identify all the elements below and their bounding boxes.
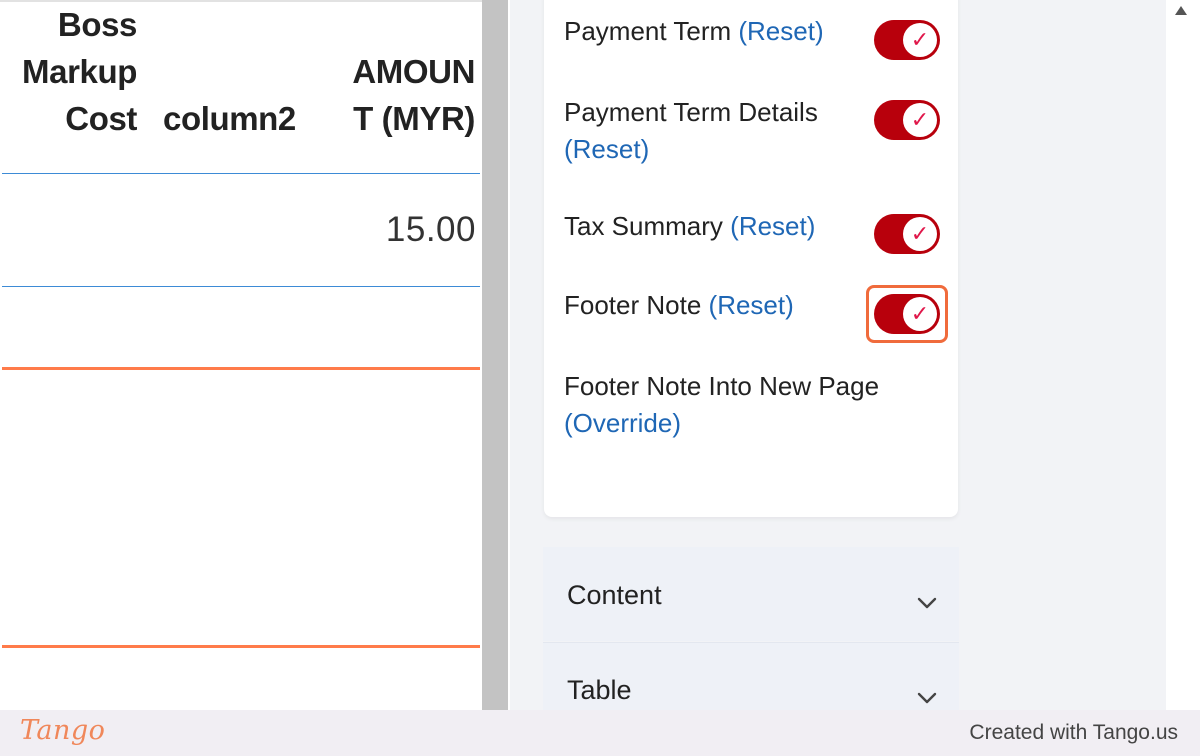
- created-with-text: Created with Tango.us: [969, 721, 1178, 744]
- setting-payment-term: Payment Term (Reset): [564, 13, 864, 50]
- tango-footer: Tango Created with Tango.us: [0, 710, 1200, 756]
- tango-logo: Tango: [20, 715, 106, 746]
- payment-term-details-toggle[interactable]: ✓: [874, 100, 940, 140]
- column-header-line: Markup: [22, 53, 137, 90]
- reset-link[interactable]: (Reset): [738, 16, 823, 46]
- splitter-edge: [508, 0, 510, 710]
- invoice-preview: Boss Markup Cost column2 AMOUN T (MYR) 1…: [0, 0, 482, 710]
- setting-label: Tax Summary: [564, 211, 723, 241]
- accordion-table[interactable]: Table: [543, 642, 959, 710]
- settings-card: Payment Term (Reset) ✓ Payment Term Deta…: [544, 0, 958, 517]
- check-icon: ✓: [903, 297, 937, 331]
- column-header-line: Boss: [57, 6, 138, 43]
- setting-label: Footer Note: [564, 290, 702, 320]
- setting-label: Footer Note Into New Page: [564, 371, 880, 401]
- vertical-scrollbar[interactable]: [1166, 0, 1200, 710]
- column-header-boss-markup-cost: Boss Markup Cost: [0, 2, 138, 142]
- setting-footer-note-new-page: Footer Note Into New Page (Override): [564, 368, 924, 442]
- section-divider-top: [2, 367, 480, 370]
- column-header-line: T (MYR): [353, 100, 475, 137]
- setting-label: Payment Term: [564, 16, 732, 46]
- reset-link[interactable]: (Reset): [709, 290, 794, 320]
- splitter-handle[interactable]: [482, 0, 509, 710]
- tax-summary-toggle[interactable]: ✓: [874, 214, 940, 254]
- setting-label: Payment Term Details: [564, 97, 818, 127]
- check-icon: ✓: [903, 217, 937, 251]
- reset-link[interactable]: (Reset): [730, 211, 815, 241]
- accordion-label: Table: [567, 675, 632, 705]
- column-header-amount: AMOUN T (MYR): [315, 48, 475, 142]
- header-divider: [2, 173, 480, 174]
- check-icon: ✓: [903, 23, 937, 57]
- check-icon: ✓: [903, 103, 937, 137]
- row-divider: [2, 286, 480, 287]
- setting-payment-term-details: Payment Term Details (Reset): [564, 94, 864, 168]
- pane-splitter[interactable]: [482, 0, 510, 710]
- column-header-column2: column2: [163, 100, 296, 137]
- chevron-down-icon: [917, 597, 937, 609]
- chevron-down-icon: [917, 692, 937, 704]
- setting-tax-summary: Tax Summary (Reset): [564, 208, 864, 245]
- override-link[interactable]: (Override): [564, 408, 681, 438]
- section-divider-bottom: [2, 645, 480, 648]
- setting-footer-note: Footer Note (Reset): [564, 287, 864, 324]
- reset-link[interactable]: (Reset): [564, 134, 649, 164]
- scroll-up-arrow-icon[interactable]: [1175, 6, 1187, 15]
- payment-term-toggle[interactable]: ✓: [874, 20, 940, 60]
- column-header-line: Cost: [65, 100, 137, 137]
- column-header-line: AMOUN: [352, 53, 475, 90]
- accordion-label: Content: [567, 580, 662, 610]
- footer-note-toggle[interactable]: ✓: [874, 294, 940, 334]
- accordion-content[interactable]: Content: [543, 547, 959, 641]
- row-amount-value: 15.00: [385, 210, 476, 249]
